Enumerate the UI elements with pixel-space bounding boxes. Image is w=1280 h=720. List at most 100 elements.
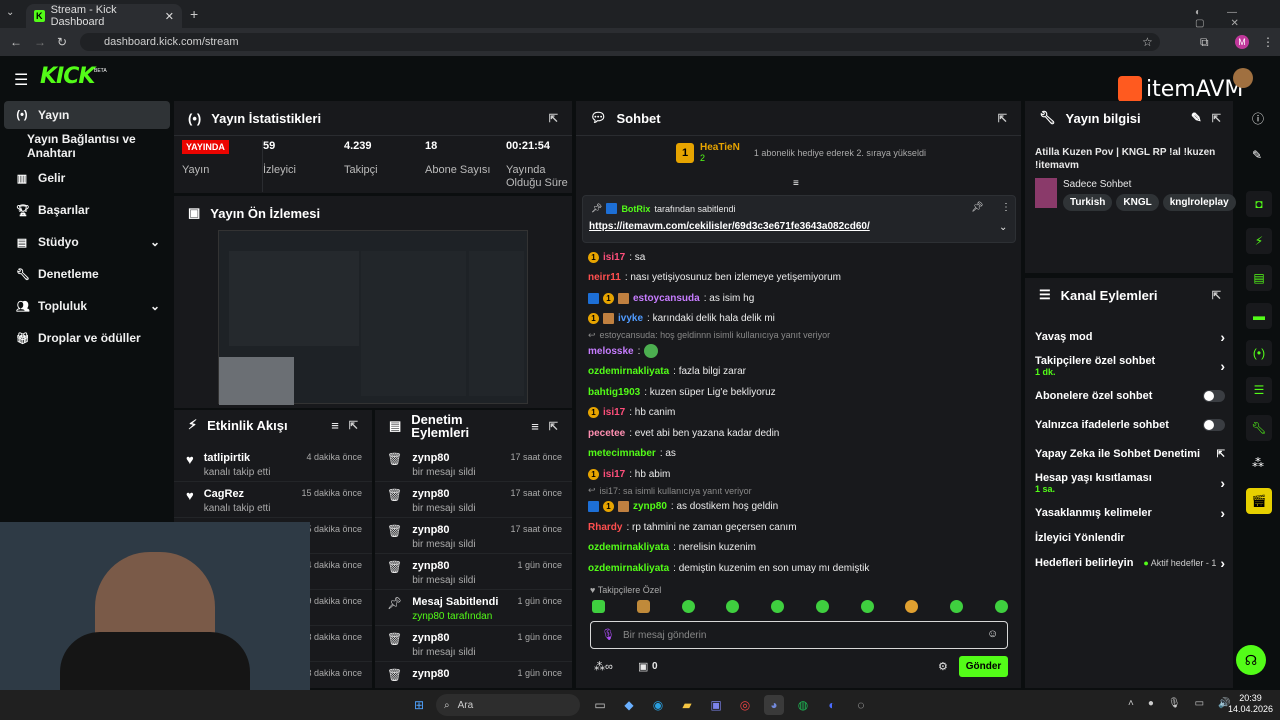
popout-icon[interactable]: ⇱ (998, 112, 1007, 125)
new-tab-button[interactable]: + (190, 6, 198, 22)
rail-button-list[interactable]: ☰ (1246, 377, 1272, 403)
emote-icon[interactable] (726, 600, 740, 613)
profile-avatar[interactable]: M (1235, 35, 1249, 49)
rail-button-bolt[interactable]: ⚡︎ (1246, 228, 1272, 254)
chest-icon[interactable]: ▣ (638, 660, 648, 673)
sidebar-item-basarilar[interactable]: 🏆︎ Başarılar (4, 197, 170, 223)
extensions-icon[interactable]: ⧉ (1200, 35, 1209, 50)
action-followers-only[interactable]: Takipçilere özel sohbet 1 dk. › (1035, 352, 1225, 380)
tab-list-button[interactable]: ⌄ (6, 7, 14, 18)
popout-icon[interactable]: ⇱ (349, 419, 358, 432)
clock[interactable]: 20:39 14.04.2026 (1228, 693, 1273, 715)
hamburger-menu-icon[interactable]: ☰ (14, 70, 28, 90)
emoji-icon[interactable]: ☺ (987, 628, 998, 640)
teams-icon[interactable]: ▣ (706, 695, 726, 715)
spotify-icon[interactable]: ◍ (793, 695, 813, 715)
rail-button-document[interactable]: ▤ (1246, 265, 1272, 291)
chat-header: 💬︎ Sohbet ⇱ (590, 110, 1007, 126)
rank-coin-icon: 1 (676, 142, 694, 163)
more-icon[interactable]: ⋮ (1001, 202, 1011, 213)
chat-collapse-icon[interactable]: ≡ (793, 178, 799, 189)
obs-icon[interactable]: ◌ (851, 695, 871, 715)
browser-menu-icon[interactable]: ⋮ (1262, 35, 1274, 49)
emote-icon[interactable] (815, 600, 829, 613)
stream-preview-video[interactable] (218, 230, 528, 405)
dots-icon[interactable]: ⁂ (1252, 456, 1264, 470)
action-emotes-only[interactable]: Yalnızca ifadelerle sohbet (1035, 414, 1225, 436)
sidebar-item-denetleme[interactable]: 🔧︎ Denetleme (4, 261, 170, 287)
sidebar-item-topluluk[interactable]: 👥︎ Topluluk ⌄ (4, 293, 170, 319)
rail-button-camera[interactable]: ◘ (1246, 191, 1272, 217)
reply-context: ↩ isi17: sa isimli kullanıcıya yanıt veri… (588, 485, 752, 496)
pinned-message[interactable]: 📌︎ BotRix tarafından sabitlendi https://… (582, 195, 1016, 243)
action-goals[interactable]: Hedefleri belirleyin ● Aktif hedefler - 1… (1035, 552, 1225, 574)
system-tray-icons[interactable]: ˄●🎙︎▭🔊 (1128, 698, 1244, 709)
user-avatar[interactable] (1233, 68, 1253, 88)
emote-icon[interactable] (771, 600, 785, 613)
points-icon[interactable]: ⁂∞ (594, 660, 613, 673)
kick-logo[interactable]: KICK (40, 64, 95, 89)
sidebar-item-studyo[interactable]: ▤ Stüdyo ⌄ (4, 229, 170, 255)
emote-icon[interactable] (994, 600, 1008, 613)
edge-icon[interactable]: ◉ (648, 695, 668, 715)
forward-icon[interactable]: → (34, 35, 46, 49)
support-button[interactable]: ☊ (1236, 645, 1266, 675)
sidebar-item-droplar[interactable]: 🎁︎ Droplar ve ödüller (4, 325, 170, 351)
action-ai-moderation[interactable]: Yapay Zeka ile Sohbet Denetimi ⇱ (1035, 443, 1225, 465)
edit-icon[interactable]: ✎ (1191, 110, 1202, 126)
bookmark-star-icon[interactable]: ☆ (1142, 35, 1153, 49)
chat-settings-icon[interactable]: ⚙︎ (938, 660, 948, 673)
taskbar-search[interactable]: ⌕ Ara (436, 694, 580, 716)
url-field[interactable]: dashboard.kick.com/stream (80, 33, 1160, 51)
popout-icon[interactable]: ⇱ (1212, 289, 1221, 302)
copilot-icon[interactable]: ◆ (619, 695, 639, 715)
back-icon[interactable]: ← (10, 35, 22, 49)
reload-icon[interactable]: ↻ (57, 35, 67, 49)
sidebar-item-gelir[interactable]: ▥ Gelir (4, 165, 170, 191)
emote-icon[interactable] (592, 600, 605, 613)
filter-icon[interactable]: ≡ (331, 418, 339, 433)
action-host[interactable]: İzleyici Yönlendir (1035, 527, 1225, 549)
chevron-down-icon[interactable]: ⌄ (999, 222, 1007, 233)
filter-icon[interactable]: ≡ (531, 419, 539, 434)
emote-icon[interactable] (681, 600, 695, 613)
popout-icon[interactable]: ⇱ (549, 112, 558, 125)
moderation-list: 🗑︎ zynp80 bir mesajı sildi 17 saat önce 🗑︎ z… (375, 446, 572, 698)
emote-icon[interactable] (636, 600, 650, 613)
unpin-icon[interactable]: 📌︎ (971, 202, 984, 213)
chrome-icon[interactable]: ◎ (735, 695, 755, 715)
sidebar-item-yayin[interactable]: (•) Yayın (4, 101, 170, 129)
emote-icon[interactable] (860, 600, 874, 613)
action-slow-mode[interactable]: Yavaş mod › (1035, 326, 1225, 348)
tag: knglroleplay (1162, 194, 1236, 211)
pinned-link[interactable]: https://itemavm.com/cekilisler/69d3c3e67… (589, 221, 870, 232)
window-controls[interactable]: ◐—▢✕ (1195, 7, 1280, 29)
stat-viewers: 59 İzleyici (262, 140, 296, 192)
microphone-icon[interactable]: 🎙︎ (601, 628, 615, 641)
trash-icon: 🗑︎ (387, 560, 403, 574)
discord-icon[interactable]: ◕ (764, 695, 784, 715)
pencil-icon[interactable]: ✎ (1252, 148, 1262, 162)
task-view-icon[interactable]: ▭ (590, 695, 610, 715)
close-tab-icon[interactable]: ✕ (165, 10, 174, 23)
popout-icon[interactable]: ⇱ (1212, 112, 1221, 125)
windows-start-icon[interactable]: ⊞ (409, 695, 429, 715)
file-explorer-icon[interactable]: ▰ (677, 695, 697, 715)
rail-button-wrench[interactable]: 🔧︎ (1246, 415, 1272, 441)
rail-button-broadcast[interactable]: (•) (1246, 340, 1272, 366)
rail-button-chat[interactable]: ▬ (1246, 303, 1272, 329)
emote-icon[interactable] (905, 600, 919, 613)
send-button[interactable]: Gönder (959, 656, 1008, 677)
popout-icon[interactable]: ⇱ (549, 420, 558, 433)
action-account-age[interactable]: Hesap yaşı kısıtlaması 1 sa. › (1035, 469, 1225, 497)
app-icon[interactable]: ◐ (822, 695, 842, 715)
sidebar-item-stream-key[interactable]: Yayın Bağlantısı ve Anahtarı (4, 132, 170, 160)
browser-tab[interactable]: K Stream - Kick Dashboard ✕ (26, 4, 182, 28)
action-subscribers-only[interactable]: Abonelere özel sohbet (1035, 385, 1225, 407)
emote-icon[interactable] (950, 600, 964, 613)
mod-row: 🗑︎ zynp80 bir mesajı sildi 1 gün önce (375, 626, 572, 662)
rail-button-clapper[interactable]: 🎬︎ (1246, 488, 1272, 514)
action-banned-words[interactable]: Yasaklanmış kelimeler › (1035, 502, 1225, 524)
info-icon[interactable]: ⓘ (1252, 110, 1264, 127)
chat-input[interactable]: 🎙︎ Bir mesaj gönderin ☺ (590, 621, 1008, 649)
